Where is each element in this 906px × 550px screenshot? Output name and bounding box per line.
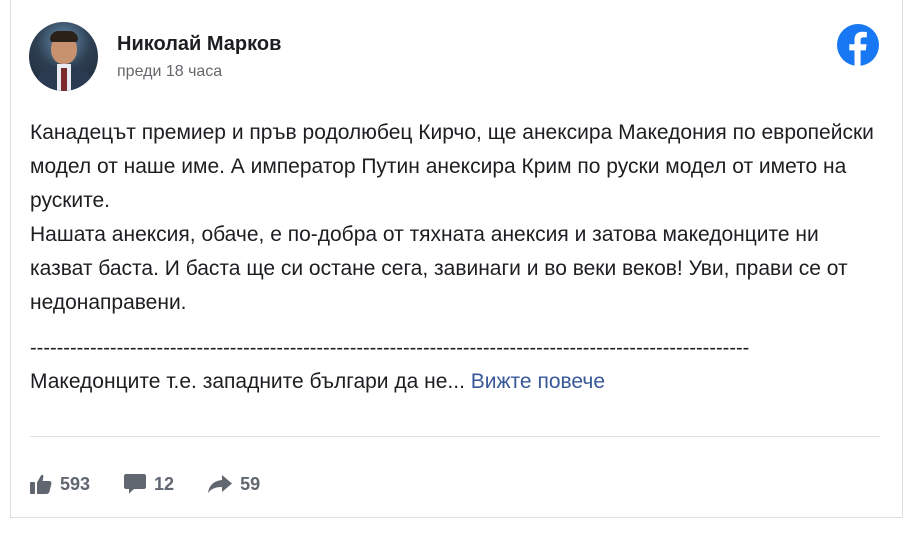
comment-icon <box>124 474 147 494</box>
see-more-link[interactable]: Вижте повече <box>471 370 605 393</box>
post-paragraph: Нашата анексия, обаче, е по-добра от тях… <box>30 223 848 314</box>
share-icon <box>208 475 233 493</box>
post-timestamp[interactable]: преди 18 часа <box>117 63 222 81</box>
likes-stat[interactable]: 593 <box>30 474 90 495</box>
shares-stat[interactable]: 59 <box>208 474 260 495</box>
post-paragraph: Канадецът премиер и пръв родолюбец Кирчо… <box>30 121 874 212</box>
post-card: Николай Марков преди 18 часа Канадецът п… <box>10 0 903 518</box>
comments-count: 12 <box>154 473 175 494</box>
shares-count: 59 <box>240 473 261 494</box>
facebook-logo-icon[interactable] <box>837 24 879 66</box>
thumbs-up-icon <box>30 474 52 494</box>
divider <box>30 436 880 437</box>
avatar[interactable] <box>29 22 98 91</box>
comments-stat[interactable]: 12 <box>124 474 174 495</box>
likes-count: 593 <box>60 473 91 494</box>
truncated-text: Македонците т.е. западните българи да не… <box>30 370 465 393</box>
truncated-text-line: Македонците т.е. западните българи да не… <box>30 365 880 399</box>
post-body: Канадецът премиер и пръв родолюбец Кирчо… <box>30 116 880 320</box>
text-separator: ----------------------------------------… <box>30 337 750 359</box>
engagement-bar: 593 12 59 <box>30 470 260 498</box>
author-name[interactable]: Николай Марков <box>117 33 281 56</box>
